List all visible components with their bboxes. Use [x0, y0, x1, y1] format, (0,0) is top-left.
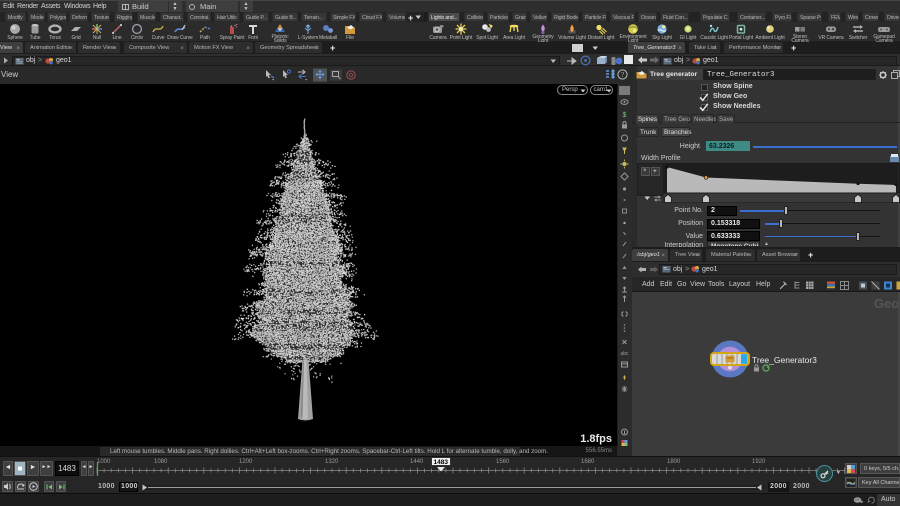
svg-text:$: $	[623, 112, 627, 119]
svg-text:?: ?	[621, 71, 624, 79]
svg-text:abc: abc	[620, 351, 629, 357]
